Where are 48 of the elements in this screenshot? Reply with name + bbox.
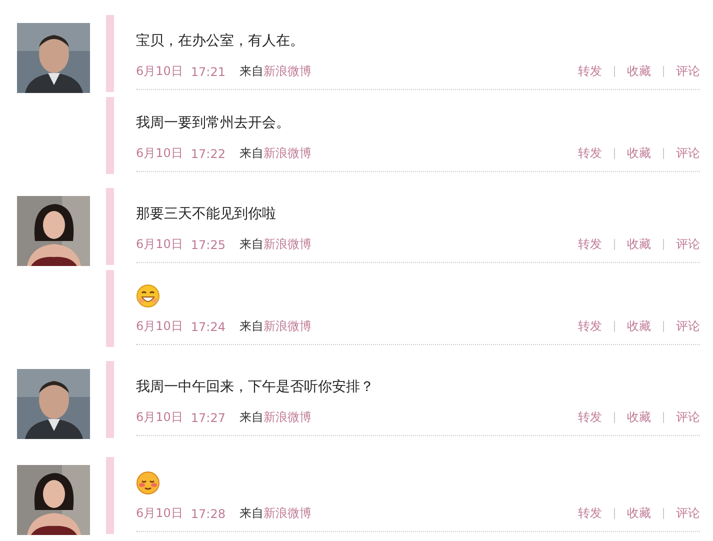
- post-date: 6月10日: [136, 63, 183, 80]
- post-date: 6月10日: [136, 145, 183, 162]
- action-link[interactable]: 评论: [663, 148, 700, 159]
- post-time: 17:22: [190, 146, 226, 160]
- action-link[interactable]: 转发: [566, 321, 614, 332]
- action-link[interactable]: 转发: [566, 508, 614, 519]
- post-time: 17:21: [190, 64, 226, 78]
- source-link[interactable]: 新浪微博: [264, 63, 312, 80]
- message-text: 宝贝，在办公室，有人在。: [136, 32, 304, 50]
- source-link[interactable]: 新浪微博: [264, 505, 312, 522]
- post-time: 17:27: [190, 410, 226, 424]
- action-link[interactable]: 收藏: [614, 148, 663, 159]
- action-link[interactable]: 收藏: [614, 239, 663, 250]
- emoticon-icon: [136, 471, 160, 495]
- action-link[interactable]: 收藏: [614, 412, 663, 423]
- message-text: 那要三天不能见到你啦: [136, 205, 276, 223]
- emoticon-icon: [136, 284, 160, 308]
- action-link[interactable]: 收藏: [614, 321, 663, 332]
- post-time: 17:28: [190, 506, 226, 520]
- source-label: 来自: [240, 318, 264, 335]
- post-date: 6月10日: [136, 409, 183, 426]
- action-link[interactable]: 转发: [566, 148, 614, 159]
- action-link[interactable]: 评论: [663, 321, 700, 332]
- message-text: 我周一要到常州去开会。: [136, 114, 290, 132]
- source-link[interactable]: 新浪微博: [264, 145, 312, 162]
- action-link[interactable]: 评论: [663, 412, 700, 423]
- post-date: 6月10日: [136, 318, 183, 335]
- action-link[interactable]: 转发: [566, 239, 614, 250]
- action-link[interactable]: 转发: [566, 412, 614, 423]
- source-link[interactable]: 新浪微博: [264, 318, 312, 335]
- post-date: 6月10日: [136, 236, 183, 253]
- action-link[interactable]: 收藏: [614, 66, 663, 77]
- source-label: 来自: [240, 409, 264, 426]
- action-link[interactable]: 评论: [663, 508, 700, 519]
- post-date: 6月10日: [136, 505, 183, 522]
- message-text: 我周一中午回来，下午是否听你安排？: [136, 378, 374, 396]
- post-time: 17:25: [190, 238, 226, 252]
- action-link[interactable]: 评论: [663, 66, 700, 77]
- source-label: 来自: [240, 145, 264, 162]
- source-label: 来自: [240, 63, 264, 80]
- action-link[interactable]: 评论: [663, 239, 700, 250]
- action-link[interactable]: 收藏: [614, 508, 663, 519]
- source-link[interactable]: 新浪微博: [264, 409, 312, 426]
- source-label: 来自: [240, 505, 264, 522]
- source-link[interactable]: 新浪微博: [264, 236, 312, 253]
- post-time: 17:24: [190, 320, 226, 334]
- source-label: 来自: [240, 236, 264, 253]
- action-link[interactable]: 转发: [566, 66, 614, 77]
